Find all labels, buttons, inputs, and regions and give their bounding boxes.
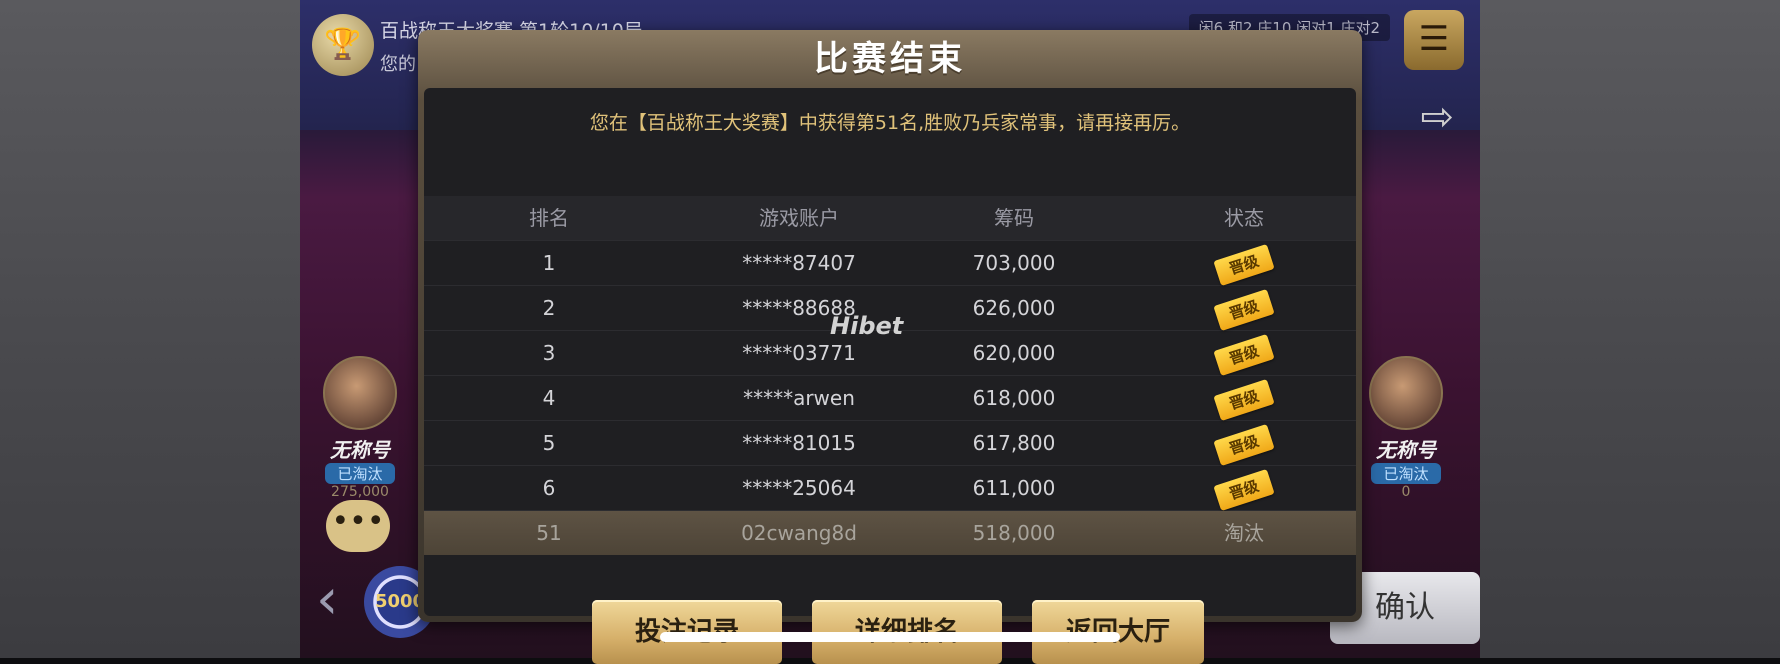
player-title: 无称号 [330,438,390,462]
promoted-badge: 晋级 [1213,333,1275,376]
table-row: 5 *****81015 617,800 晋级 [424,421,1356,466]
rank-cell: 5 [542,431,556,455]
tournament-subtitle: 您的 [380,54,416,75]
modal-body: 您在【百战称王大奖赛】中获得第51名,胜败乃兵家常事，请再接再厉。 排名 游戏账… [424,88,1356,664]
rank-cell: 51 [536,521,562,545]
player-left[interactable]: 无称号 已淘汰 275,000 [310,356,410,500]
table-row: 4 *****arwen 618,000 晋级 [424,376,1356,421]
header-status: 状态 [1224,206,1264,230]
promoted-badge: 晋级 [1213,468,1275,511]
header-rank: 排名 [529,206,569,230]
promoted-badge: 晋级 [1213,378,1275,421]
status-cell: 晋级 [1094,331,1394,376]
rank-cell: 3 [542,341,556,365]
rank-cell: 2 [542,296,556,320]
my-rank-row: 51 02cwang8d 518,000 淘汰 [424,511,1356,555]
promoted-badge: 晋级 [1213,288,1275,331]
left-letterbox [0,0,300,658]
back-arrow-icon[interactable]: ‹ [316,572,338,628]
table-row: 1 *****87407 703,000 晋级 [424,241,1356,286]
watermark: Hibet [830,312,904,340]
ranking-table: 排名 游戏账户 筹码 状态 1 *****87407 703,000 晋级 2 … [424,196,1356,555]
avatar [323,356,397,430]
rank-cell: 1 [542,251,556,275]
rank-cell: 6 [542,476,556,500]
status-cell: 晋级 [1094,466,1394,511]
rank-cell: 4 [542,386,556,410]
status-cell: 晋级 [1094,421,1394,466]
status-cell: 晋级 [1094,286,1394,331]
table-header: 排名 游戏账户 筹码 状态 [424,196,1356,241]
status-cell: 晋级 [1094,241,1394,286]
status-cell: 淘汰 [1224,521,1264,545]
trophy-icon[interactable]: 🏆 [312,14,374,76]
exit-icon[interactable]: ⇨ [1420,94,1454,140]
status-cell: 晋级 [1094,376,1394,421]
table-row: 6 *****25064 611,000 晋级 [424,466,1356,511]
promoted-badge: 晋级 [1213,423,1275,466]
modal-title: 比赛结束 [814,39,966,79]
promoted-badge: 晋级 [1213,243,1275,286]
right-letterbox [1480,0,1780,658]
player-chips: 275,000 [331,484,389,500]
player-status: 已淘汰 [325,463,395,484]
menu-button[interactable]: ☰ [1404,10,1464,70]
result-message: 您在【百战称王大奖赛】中获得第51名,胜败乃兵家常事，请再接再厉。 [589,112,1191,134]
chat-icon[interactable]: ••• [326,500,390,552]
home-indicator[interactable] [660,632,1120,642]
